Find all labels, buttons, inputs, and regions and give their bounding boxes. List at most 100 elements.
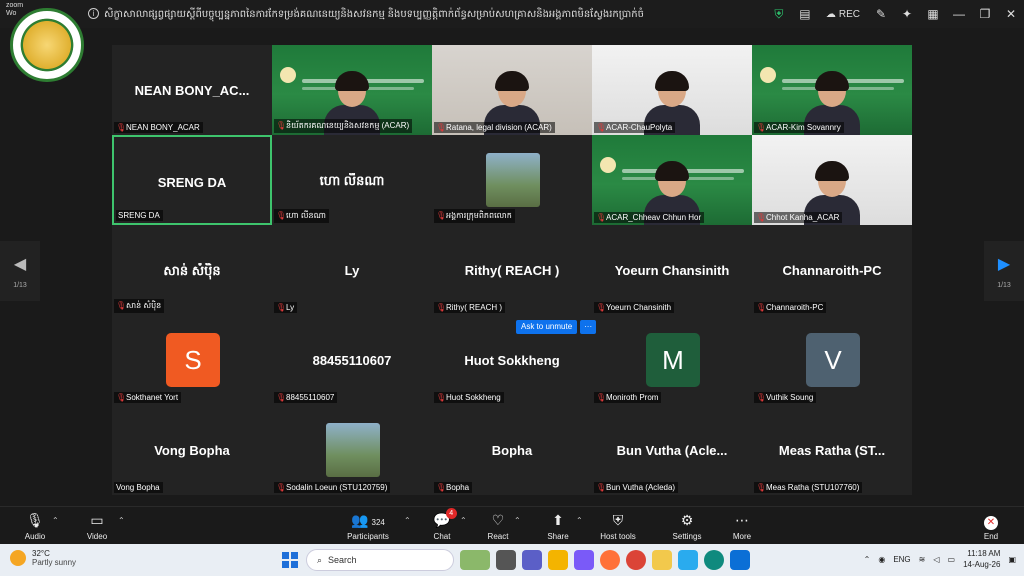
participant-label-text: និយ័តករគណនេយ្យនិងសវនកម្ម (ACAR)	[286, 121, 410, 130]
muted-microphone-icon: 🎙	[756, 302, 767, 312]
battery-icon[interactable]: ▭	[948, 555, 956, 564]
file-explorer-icon[interactable]	[652, 550, 672, 570]
copilot-icon[interactable]	[574, 550, 594, 570]
participant-tile[interactable]: Meas Ratha (ST... 🎙 Meas Ratha (STU107760)	[752, 405, 912, 495]
participant-tile[interactable]: 🎙 និយ័តករគណនេយ្យនិងសវនកម្ម (ACAR)	[272, 45, 432, 135]
participant-label-text: Channaroith-PC	[766, 303, 824, 312]
participant-display-name: សាន់ សំប៉ិន	[163, 263, 221, 278]
react-options-caret[interactable]: ⌃	[514, 516, 521, 525]
annotate-icon[interactable]: ✎	[868, 0, 894, 28]
participant-tile[interactable]: 🎙 Sodalin Loeun (STU120759)	[272, 405, 432, 495]
app-tray-icon[interactable]: ◉	[878, 555, 885, 564]
participant-label-text: Bopha	[446, 483, 470, 492]
participant-tile[interactable]: Bopha 🎙 Bopha	[432, 405, 592, 495]
muted-microphone-icon: 🎙	[596, 212, 607, 222]
participants-button[interactable]: 👥 324 Participants	[338, 511, 398, 541]
telegram-icon[interactable]	[678, 550, 698, 570]
participant-display-name: Channaroith-PC	[782, 263, 882, 278]
next-page-button[interactable]: ▶ 1/13	[984, 241, 1024, 301]
chrome-icon[interactable]	[626, 550, 646, 570]
participants-options-caret[interactable]: ⌃	[404, 516, 411, 525]
file-explorer-dark-icon[interactable]	[496, 550, 516, 570]
microphone-icon: 🎙	[26, 512, 44, 528]
zoom-app-icon[interactable]	[730, 550, 750, 570]
sparkle-icon[interactable]: ✦	[894, 0, 920, 28]
participant-label-text: NEAN BONY_ACAR	[126, 123, 200, 132]
muted-microphone-icon: 🎙	[276, 211, 287, 220]
chat-options-caret[interactable]: ⌃	[460, 516, 467, 525]
participant-tile[interactable]: NEAN BONY_AC... 🎙 NEAN BONY_ACAR	[112, 45, 272, 135]
participant-label-text: ACAR_Chheav Chhun Hor	[606, 213, 702, 222]
end-meeting-button[interactable]: ✕ End	[961, 511, 1021, 541]
participant-name-label: 🎙 ACAR-ChauPolyta	[594, 122, 676, 133]
participant-label-text: Chhot Kanha_ACAR	[766, 213, 840, 222]
info-icon[interactable]: i	[88, 8, 99, 19]
ellipsis-icon: ⋯	[735, 512, 749, 528]
more-options-button[interactable]: ···	[580, 320, 597, 334]
record-button[interactable]: ☁ REC	[818, 0, 868, 28]
participant-tile[interactable]: SRENG DA SRENG DA	[112, 135, 272, 225]
windows-start-icon[interactable]	[282, 552, 298, 568]
muted-microphone-icon: 🎙	[436, 211, 447, 220]
volume-icon[interactable]: ◁	[933, 555, 939, 564]
host-tools-button[interactable]: ⛨ Host tools	[588, 511, 648, 541]
participant-name-label: 🎙 ACAR_Chheav Chhun Hor	[594, 212, 705, 223]
chevron-up-icon[interactable]: ⌃	[864, 555, 871, 564]
gear-icon: ⚙	[680, 512, 694, 528]
audio-options-caret[interactable]: ⌃	[52, 516, 59, 525]
participant-tile[interactable]: Ly 🎙 Ly	[272, 225, 432, 315]
firefox-icon[interactable]	[600, 550, 620, 570]
participant-name-label: Vong Bopha	[114, 482, 163, 493]
participant-tile[interactable]: Channaroith-PC 🎙 Channaroith-PC	[752, 225, 912, 315]
participant-tile[interactable]: 🎙 Chhot Kanha_ACAR	[752, 135, 912, 225]
participant-tile[interactable]: 🎙 ACAR-Kim Sovannry	[752, 45, 912, 135]
participant-label-text: Vuthik Soung	[766, 393, 814, 402]
muted-microphone-icon: 🎙	[756, 392, 767, 402]
weather-widget[interactable]: 32°C Partly sunny	[10, 549, 76, 567]
language-indicator[interactable]: ENG	[893, 555, 910, 564]
participant-tile[interactable]: Bun Vutha (Acle... 🎙 Bun Vutha (Acleda)	[592, 405, 752, 495]
ask-to-unmute-button[interactable]: Ask to unmute	[516, 320, 578, 334]
settings-button[interactable]: ⚙ Settings	[657, 511, 717, 541]
edge-icon[interactable]	[704, 550, 724, 570]
close-icon[interactable]: ✕	[998, 0, 1024, 28]
participant-tile[interactable]: Yoeurn Chansinith 🎙 Yoeurn Chansinith	[592, 225, 752, 315]
taskbar-apps	[460, 550, 750, 570]
widget-landscape-icon[interactable]	[460, 550, 490, 570]
participant-tile[interactable]: 🎙 ACAR_Chheav Chhun Hor	[592, 135, 752, 225]
taskbar-search[interactable]: ⌕ Search	[306, 549, 454, 571]
muted-microphone-icon: 🎙	[116, 392, 127, 402]
taskbar-clock[interactable]: 11:18 AM 14-Aug-26	[963, 548, 1000, 570]
participant-label-text: Yoeurn Chansinith	[606, 303, 672, 312]
participant-tile[interactable]: សាន់ សំប៉ិន 🎙 សាន់ សំប៉ិន	[112, 225, 272, 315]
muted-microphone-icon: 🎙	[116, 122, 127, 132]
participant-tile[interactable]: V 🎙 Vuthik Soung	[752, 315, 912, 405]
participant-tile[interactable]: Vong Bopha Vong Bopha	[112, 405, 272, 495]
participant-tile[interactable]: S 🎙 Sokthanet Yort	[112, 315, 272, 405]
participant-tile[interactable]: 🎙 អង្គការក្រុមពិភពលោក	[432, 135, 592, 225]
share-options-caret[interactable]: ⌃	[576, 516, 583, 525]
page-indicator-right: 1/13	[997, 281, 1011, 289]
participant-tile[interactable]: 🎙 Ratana, legal division (ACAR)	[432, 45, 592, 135]
previous-page-button[interactable]: ◀ 1/13	[0, 241, 40, 301]
participant-tile[interactable]: Rithy( REACH ) 🎙 Rithy( REACH )	[432, 225, 592, 315]
grid-view-icon[interactable]: ▦	[920, 0, 946, 28]
participant-label-text: Rithy( REACH )	[446, 303, 503, 312]
restore-icon[interactable]: ❐	[972, 0, 998, 28]
wifi-icon[interactable]: ≋	[919, 555, 926, 564]
participant-tile[interactable]: 88455110607 🎙 88455110607	[272, 315, 432, 405]
participant-tile[interactable]: 🎙 ACAR-ChauPolyta	[592, 45, 752, 135]
teams-icon[interactable]	[522, 550, 542, 570]
notification-icon[interactable]: ▣	[1008, 555, 1016, 564]
participant-tile[interactable]: ហោ លីនណា 🎙 ហោ លីនណា	[272, 135, 432, 225]
shield-icon[interactable]: ⛨	[766, 0, 792, 28]
more-button[interactable]: ⋯ More	[712, 511, 772, 541]
video-options-caret[interactable]: ⌃	[118, 516, 125, 525]
participant-tile[interactable]: M 🎙 Moniroth Prom	[592, 315, 752, 405]
minimize-icon[interactable]: —	[946, 0, 972, 28]
notes-icon[interactable]: ▤	[792, 0, 818, 28]
folder-icon[interactable]	[548, 550, 568, 570]
participant-display-name: 88455110607	[312, 353, 392, 368]
title-bar: zoom Wo i សិក្ខាសាលាផ្សព្វផ្សាយស្ដីពីបច្ច…	[0, 0, 1024, 28]
participant-grid: NEAN BONY_AC... 🎙 NEAN BONY_ACAR 🎙 និយ័តករគណ…	[112, 45, 912, 500]
